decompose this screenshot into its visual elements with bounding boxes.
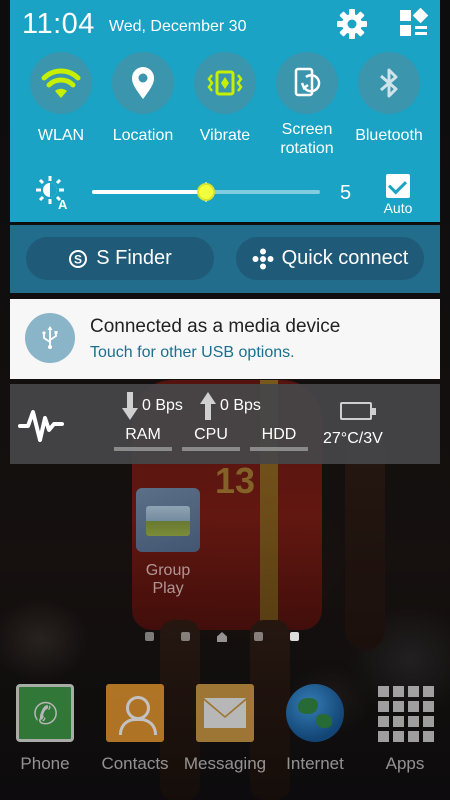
quick-connect-icon — [252, 248, 274, 269]
home-page-indicator — [145, 632, 299, 642]
heartbeat-pulse-icon — [18, 402, 64, 448]
dock-item-apps[interactable]: Apps — [360, 684, 450, 784]
s-finder-button[interactable]: S S Finder — [26, 237, 214, 280]
toggle-wlan[interactable]: WLAN — [20, 52, 102, 158]
hdd-meter: HDD — [250, 426, 308, 451]
ram-bar — [114, 447, 172, 451]
finder-bar: S S Finder Quick connect — [10, 225, 440, 293]
usb-icon — [25, 313, 75, 363]
temperature-voltage: 27°C/3V — [323, 430, 383, 447]
dock-item-contacts[interactable]: Contacts — [90, 684, 180, 784]
home-app-group-play[interactable]: Group Play — [128, 488, 208, 598]
dock-item-messaging[interactable]: Messaging — [180, 684, 270, 784]
brightness-slider-fill — [92, 190, 206, 194]
auto-brightness-toggle[interactable]: Auto — [378, 174, 418, 216]
toggle-label: Vibrate — [199, 127, 251, 144]
quick-connect-label: Quick connect — [281, 247, 409, 269]
messaging-icon — [196, 684, 254, 742]
s-finder-label: S Finder — [96, 247, 172, 269]
arrow-up-icon — [200, 392, 216, 420]
toggle-label: WLAN — [37, 127, 85, 144]
usb-notification[interactable]: Connected as a media device Touch for ot… — [10, 299, 440, 379]
shade-header-actions — [336, 7, 430, 40]
quick-settings-grid-icon[interactable] — [398, 7, 430, 40]
dock-item-phone[interactable]: ✆ Phone — [0, 684, 90, 784]
auto-brightness-checkbox[interactable] — [386, 174, 410, 198]
toggle-vibrate[interactable]: Vibrate — [184, 52, 266, 158]
brightness-slider[interactable] — [92, 182, 320, 202]
dock-label: Internet — [286, 754, 344, 773]
dock-label: Phone — [20, 754, 70, 773]
group-play-icon — [136, 488, 200, 552]
svg-text:A: A — [58, 197, 68, 210]
phone-icon: ✆ — [16, 684, 74, 742]
cpu-meter: CPU — [182, 426, 240, 451]
home-app-label: Group Play — [145, 562, 191, 597]
dock-label: Messaging — [183, 754, 267, 773]
toggle-label: Location — [112, 127, 174, 144]
auto-brightness-icon: A — [34, 174, 70, 212]
usb-battery-icon — [340, 402, 376, 420]
shade-header: 11:04 Wed, December 30 — [22, 4, 246, 44]
system-monitor-notification[interactable]: 0 Bps 0 Bps RAM CPU HDD 27°C/3V — [10, 384, 440, 464]
internet-globe-icon — [286, 684, 344, 742]
bluetooth-icon — [358, 52, 420, 114]
upload-rate-value: 0 Bps — [220, 397, 261, 414]
ram-label: RAM — [125, 426, 161, 443]
download-rate-value: 0 Bps — [142, 397, 183, 414]
notification-title: Connected as a media device — [90, 316, 341, 337]
page-dot[interactable] — [254, 632, 263, 641]
clock-time: 11:04 — [22, 7, 95, 40]
dock-item-internet[interactable]: Internet — [270, 684, 360, 784]
dock-label: Apps — [385, 754, 425, 773]
screen-rotation-icon — [276, 52, 338, 114]
home-page-dot-icon[interactable] — [217, 632, 227, 642]
toggle-label: Bluetooth — [355, 127, 423, 144]
toggle-location[interactable]: Location — [102, 52, 184, 158]
location-pin-icon — [112, 52, 174, 114]
brightness-slider-thumb[interactable] — [197, 183, 215, 201]
quick-toggles: WLAN Location Vibrate Screen rotation Bl… — [10, 52, 440, 158]
cpu-label: CPU — [194, 426, 228, 443]
toggle-label: Screen rotation — [280, 121, 334, 157]
home-dock: ✆ Phone Contacts Messaging Internet Apps — [0, 684, 450, 784]
page-dot-active[interactable] — [290, 632, 299, 641]
toggle-bluetooth[interactable]: Bluetooth — [348, 52, 430, 158]
vibrate-icon — [194, 52, 256, 114]
arrow-down-icon — [122, 392, 138, 420]
toggle-screen-rotation[interactable]: Screen rotation — [266, 52, 348, 158]
settings-gear-icon[interactable] — [336, 8, 368, 40]
hdd-label: HDD — [261, 426, 297, 443]
clock-date: Wed, December 30 — [108, 18, 247, 35]
cpu-bar — [182, 447, 240, 451]
ram-meter: RAM — [114, 426, 172, 451]
quick-settings-panel: 11:04 Wed, December 30 WLAN Location Vib… — [10, 0, 440, 222]
svg-text:S: S — [74, 252, 82, 266]
contacts-icon — [106, 684, 164, 742]
wifi-icon — [30, 52, 92, 114]
brightness-value: 5 — [340, 182, 352, 204]
brightness-row: A 5 Auto — [10, 170, 440, 218]
auto-brightness-label: Auto — [383, 200, 413, 216]
upload-rate: 0 Bps — [200, 392, 261, 420]
apps-grid-icon — [376, 684, 434, 742]
s-finder-icon: S — [69, 249, 88, 268]
dock-label: Contacts — [101, 754, 169, 773]
page-dot[interactable] — [145, 632, 154, 641]
notification-subtitle: Touch for other USB options. — [90, 344, 295, 361]
quick-connect-button[interactable]: Quick connect — [236, 237, 424, 280]
download-rate: 0 Bps — [122, 392, 183, 420]
hdd-bar — [250, 447, 308, 451]
page-dot[interactable] — [181, 632, 190, 641]
